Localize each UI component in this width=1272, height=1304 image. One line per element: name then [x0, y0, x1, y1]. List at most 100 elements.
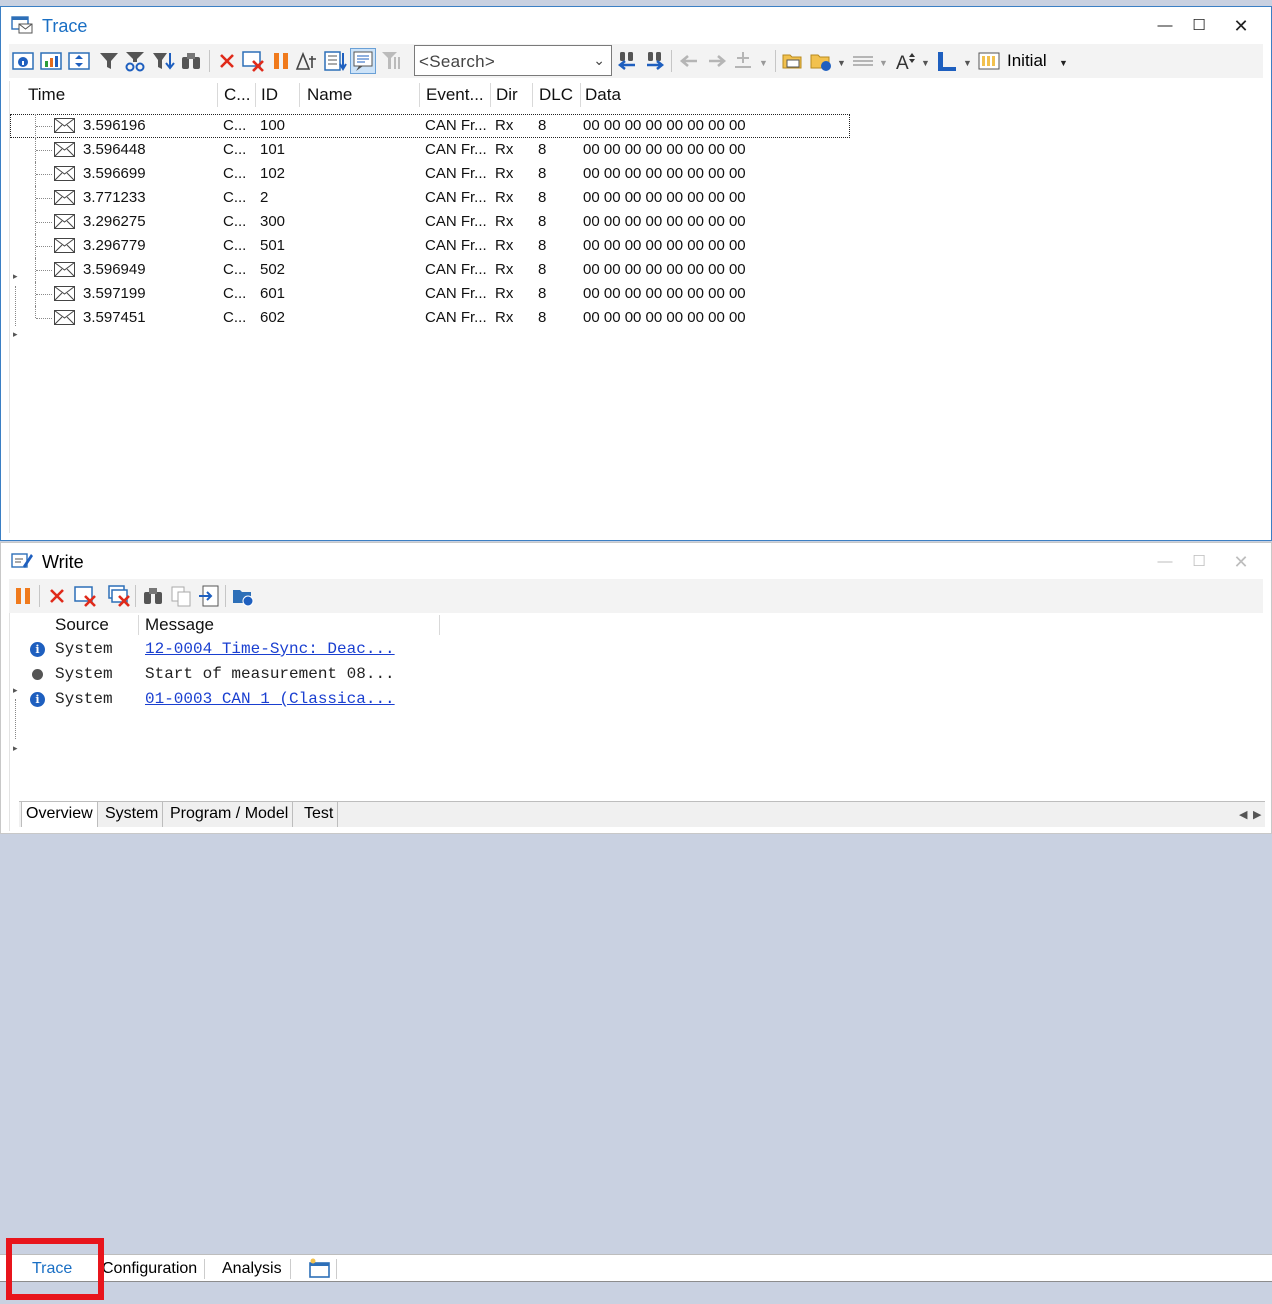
- tab-scroll-right-icon[interactable]: ▶: [1253, 808, 1261, 821]
- statistics-icon[interactable]: [39, 49, 63, 73]
- pause-icon[interactable]: [11, 584, 35, 608]
- envelope-icon: [54, 310, 75, 325]
- layout-dropdown-icon[interactable]: ▼: [879, 58, 888, 68]
- logging-folder-icon[interactable]: [809, 49, 833, 73]
- expand-marker[interactable]: ▸: [13, 743, 18, 754]
- write-row[interactable]: System Start of measurement 08...: [10, 662, 610, 687]
- scroll-icon[interactable]: [67, 49, 91, 73]
- trace-grid[interactable]: ▸ ▸ Time C... ID Name Event... Dir DLC D…: [9, 81, 1263, 533]
- font-size-icon[interactable]: A: [895, 49, 919, 73]
- column-header-time[interactable]: Time: [28, 81, 208, 109]
- tab-test[interactable]: Test: [300, 802, 339, 827]
- tab-system[interactable]: System: [101, 802, 164, 827]
- cell-event-type: CAN Fr...: [425, 213, 487, 230]
- font-dropdown-icon[interactable]: ▼: [921, 58, 930, 68]
- tab-program-model[interactable]: Program / Model: [166, 802, 294, 827]
- filter-glasses-icon[interactable]: [123, 49, 147, 73]
- cell-time: 3.596949: [83, 261, 146, 278]
- write-row[interactable]: i System 01-0003 CAN 1 (Classica...: [10, 687, 610, 712]
- trace-row[interactable]: 3.296275 C... 300 CAN Fr... Rx 8 00 00 00 00 0…: [10, 210, 850, 234]
- minimize-button[interactable]: —: [1147, 549, 1183, 575]
- column-header-channel[interactable]: C...: [224, 81, 256, 109]
- trace-row[interactable]: 3.596448 C... 101 CAN Fr... Rx 8 00 00 00 00 0…: [10, 138, 850, 162]
- write-grid[interactable]: ▸ ▸ Source Message i System 12-0004 Time-S…: [9, 613, 1263, 831]
- minimize-button[interactable]: —: [1147, 13, 1183, 39]
- cell-time: 3.771233: [83, 189, 146, 206]
- filter-sort-icon[interactable]: [151, 49, 175, 73]
- clear-all-icon[interactable]: [107, 584, 131, 608]
- find-icon[interactable]: [179, 49, 203, 73]
- clear-icon[interactable]: [215, 49, 239, 73]
- logging-dropdown-icon[interactable]: ▼: [837, 58, 846, 68]
- message-link[interactable]: 01-0003 CAN 1 (Classica...: [145, 687, 395, 712]
- trace-row[interactable]: 3.771233 C... 2 CAN Fr... Rx 8 00 00 00 00 00 …: [10, 186, 850, 210]
- trace-row[interactable]: 3.296779 C... 501 CAN Fr... Rx 8 00 00 00 00 0…: [10, 234, 850, 258]
- new-desktop-icon[interactable]: [308, 1258, 332, 1280]
- column-header-message[interactable]: Message: [145, 613, 345, 637]
- cell-channel: C...: [223, 117, 247, 134]
- envelope-icon: [54, 166, 75, 181]
- close-button[interactable]: ✕: [1223, 13, 1259, 39]
- pause-icon[interactable]: [269, 49, 293, 73]
- color-dropdown-icon[interactable]: ▼: [963, 58, 972, 68]
- tab-overview[interactable]: Overview: [21, 802, 98, 827]
- logging-folder-icon[interactable]: [231, 584, 255, 608]
- filter-icon[interactable]: [97, 49, 121, 73]
- layout-lines-icon[interactable]: [851, 49, 875, 73]
- cell-time: 3.296779: [83, 237, 146, 254]
- trace-row[interactable]: 3.596699 C... 102 CAN Fr... Rx 8 00 00 00 00 0…: [10, 162, 850, 186]
- desktop-tab-configuration[interactable]: Configuration: [96, 1257, 203, 1281]
- layout-selector-dropdown-icon[interactable]: ▼: [1059, 58, 1068, 68]
- trace-row[interactable]: 3.596949 C... 502 CAN Fr... Rx 8 00 00 00 00 0…: [10, 258, 850, 282]
- arrow-right-icon[interactable]: [705, 49, 729, 73]
- trace-row[interactable]: 3.596196 C... 100 CAN Fr... Rx 8 00 00 00 00 0…: [10, 114, 850, 138]
- maximize-button[interactable]: ☐: [1181, 549, 1217, 575]
- chevron-down-icon[interactable]: ⌄: [593, 52, 605, 69]
- export-icon[interactable]: [197, 584, 221, 608]
- marker-icon[interactable]: [731, 49, 755, 73]
- clear-icon[interactable]: [45, 584, 69, 608]
- info-view-icon[interactable]: [11, 49, 35, 73]
- trace-titlebar[interactable]: Trace — ☐ ✕: [1, 7, 1271, 43]
- sort-down-icon[interactable]: [323, 49, 347, 73]
- clear-window-icon[interactable]: [73, 584, 97, 608]
- clear-window-icon[interactable]: [241, 49, 265, 73]
- column-config-icon[interactable]: [379, 49, 403, 73]
- marker-dropdown-icon[interactable]: ▼: [759, 58, 768, 68]
- find-next-icon[interactable]: [643, 49, 667, 73]
- tab-scroll-left-icon[interactable]: ◀: [1239, 808, 1247, 821]
- column-header-event-type[interactable]: Event...: [426, 81, 488, 109]
- column-header-dlc[interactable]: DLC: [539, 81, 579, 109]
- find-icon[interactable]: [141, 584, 165, 608]
- trace-row[interactable]: 3.597451 C... 602 CAN Fr... Rx 8 00 00 00 00 0…: [10, 306, 850, 330]
- column-header-dir[interactable]: Dir: [496, 81, 532, 109]
- column-layout-icon[interactable]: [977, 49, 1001, 73]
- cell-dir: Rx: [495, 189, 514, 206]
- message-link[interactable]: 12-0004 Time-Sync: Deac...: [145, 637, 395, 662]
- maximize-button[interactable]: ☐: [1181, 13, 1217, 39]
- highlight-color-icon[interactable]: [935, 49, 959, 73]
- expand-marker[interactable]: ▸: [13, 329, 18, 340]
- copy-icon[interactable]: [169, 584, 193, 608]
- cell-id: 100: [260, 117, 286, 134]
- column-header-id[interactable]: ID: [261, 81, 297, 109]
- envelope-icon: [54, 190, 75, 205]
- desktop-tab-analysis[interactable]: Analysis: [216, 1257, 288, 1281]
- find-previous-icon[interactable]: [615, 49, 639, 73]
- write-titlebar[interactable]: Write — ☐ ✕: [1, 543, 1271, 579]
- close-button[interactable]: ✕: [1223, 549, 1259, 575]
- open-folder-icon[interactable]: [781, 49, 805, 73]
- chronological-mode-icon[interactable]: [350, 48, 376, 74]
- column-header-data[interactable]: Data: [585, 81, 685, 109]
- cell-time: 3.596448: [83, 141, 146, 158]
- layout-selector-label[interactable]: Initial: [1007, 51, 1047, 71]
- column-header-source[interactable]: Source: [55, 613, 135, 637]
- search-combobox[interactable]: <Search> ⌄: [414, 45, 612, 76]
- arrow-left-icon[interactable]: [677, 49, 701, 73]
- write-row[interactable]: i System 12-0004 Time-Sync: Deac...: [10, 637, 610, 662]
- trace-row[interactable]: 3.597199 C... 601 CAN Fr... Rx 8 00 00 00 00 0…: [10, 282, 850, 306]
- column-header-name[interactable]: Name: [307, 81, 417, 109]
- time-delta-icon[interactable]: [295, 49, 319, 73]
- envelope-icon: [54, 214, 75, 229]
- search-input[interactable]: <Search>: [419, 52, 495, 72]
